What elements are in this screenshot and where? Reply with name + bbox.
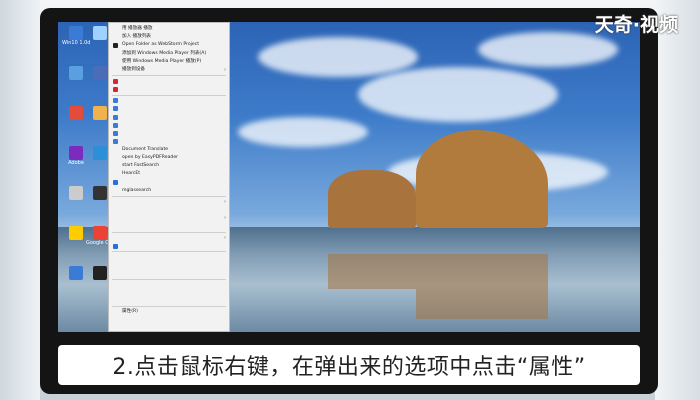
menu-item[interactable]: 用 播放器 播放 — [109, 25, 229, 33]
menu-separator — [112, 231, 226, 233]
menu-item[interactable]: open by EasyPDFReader — [109, 154, 229, 162]
browser-icon — [93, 226, 107, 240]
rock-left — [328, 170, 416, 228]
menu-item[interactable]: 添加到 Windows Media Player 列表(A) — [109, 50, 229, 58]
menu-item[interactable] — [109, 223, 229, 231]
caption-text: 2.点击鼠标右键，在弹出来的选项中点击“属性” — [112, 355, 586, 380]
pdf-icon — [113, 78, 118, 84]
archive-icon — [113, 122, 118, 128]
background-window — [0, 0, 40, 400]
webstorm-icon — [113, 42, 118, 48]
menu-item-label: Open Folder as WebStorm Project — [122, 42, 200, 48]
menu-item[interactable]: HearcEt — [109, 170, 229, 178]
chevron-right-icon: › — [224, 215, 226, 222]
menu-separator — [112, 75, 226, 77]
menu-item[interactable] — [109, 281, 229, 289]
menu-separator — [112, 196, 226, 197]
menu-item[interactable] — [109, 113, 229, 121]
menu-item[interactable] — [109, 289, 229, 297]
app-icon — [93, 266, 107, 280]
mail-icon — [69, 186, 83, 200]
menu-item[interactable] — [109, 253, 229, 261]
cloud — [358, 67, 558, 122]
cloud — [478, 32, 618, 67]
folder-icon — [93, 66, 107, 80]
desktop-icon-label: Win10 1.0d — [62, 40, 90, 46]
menu-item-label: 用 播放器 播放 — [122, 26, 153, 31]
menu-item[interactable] — [109, 261, 229, 269]
menu-item[interactable] — [109, 129, 229, 137]
chevron-right-icon: › — [224, 234, 226, 241]
menu-item[interactable]: 属性(R) — [109, 308, 229, 316]
menu-item[interactable] — [109, 297, 229, 305]
menu-item[interactable] — [109, 105, 229, 113]
menu-item[interactable]: › — [109, 214, 229, 222]
menu-item[interactable]: › — [109, 234, 229, 242]
menu-separator — [112, 306, 226, 308]
background-wall — [655, 0, 700, 400]
menu-item-label: Document Translate — [122, 146, 169, 152]
archive-icon — [113, 114, 118, 120]
chevron-right-icon: › — [224, 67, 226, 73]
pdf-icon — [113, 86, 118, 92]
menu-item-label: mglassearch — [122, 187, 152, 193]
menu-item[interactable]: Document Translate — [109, 146, 229, 154]
menu-item[interactable] — [109, 138, 229, 146]
menu-item-label: start FastSearch — [122, 163, 160, 169]
menu-item-label: 使用 Windows Media Player 播放(P) — [122, 58, 202, 64]
app-icon — [69, 26, 83, 40]
menu-item[interactable] — [109, 270, 229, 278]
desktop-screen: Win10 1.0dAdobeGoogle Chrome 用 播放器 播放加入 … — [58, 22, 640, 332]
menu-item[interactable] — [109, 242, 229, 250]
cloud — [258, 37, 418, 77]
qq-icon — [69, 106, 83, 120]
menu-item[interactable]: 加入 播放列表 — [109, 33, 229, 41]
rock-reflection — [416, 254, 548, 319]
menu-item-label: 加入 播放列表 — [122, 34, 152, 40]
brand-logo: 天奇·视频 — [594, 14, 678, 36]
context-menu: 用 播放器 播放 加入 播放列表 Open Folder as WebStorm P… — [108, 22, 230, 332]
cloud — [238, 117, 368, 147]
disk-icon — [93, 146, 107, 160]
rock-reflection — [328, 254, 416, 289]
menu-item[interactable] — [109, 121, 229, 129]
archive-icon — [113, 139, 118, 145]
gear-icon — [93, 186, 107, 200]
menu-separator — [112, 251, 226, 253]
menu-item[interactable]: Open Folder as WebStorm Project — [109, 41, 229, 49]
wps-icon — [113, 180, 118, 186]
menu-item[interactable] — [109, 179, 229, 187]
menu-item[interactable]: mglassearch — [109, 187, 229, 195]
menu-item[interactable]: start FastSearch — [109, 162, 229, 170]
archive-icon — [113, 130, 118, 136]
menu-item-label: 播放到设备 — [122, 67, 145, 72]
desktop-icon-label: Adobe — [68, 160, 84, 166]
menu-item[interactable] — [109, 97, 229, 105]
archive-icon — [113, 98, 118, 104]
scan-icon — [113, 243, 118, 249]
menu-item-label: 添加到 Windows Media Player 列表(A) — [122, 50, 207, 56]
file-icon — [69, 266, 83, 280]
menu-separator — [112, 278, 226, 280]
adobe-icon — [69, 146, 83, 160]
menu-item[interactable] — [109, 77, 229, 85]
menu-item[interactable]: › — [109, 198, 229, 206]
chevron-right-icon: › — [224, 199, 226, 205]
desktop-icons: Win10 1.0dAdobeGoogle Chrome — [58, 22, 114, 332]
menu-item-label: 属性(R) — [122, 309, 138, 315]
menu-item[interactable]: 使用 Windows Media Player 播放(P) — [109, 58, 229, 66]
menu-item-label: open by EasyPDFReader — [122, 155, 179, 160]
network-icon — [69, 66, 83, 80]
menu-separator — [112, 94, 226, 96]
file-icon — [93, 26, 107, 40]
chrome-icon — [69, 226, 83, 240]
caption-bar: 2.点击鼠标右键，在弹出来的选项中点击“属性” — [58, 345, 640, 385]
menu-item[interactable] — [109, 206, 229, 214]
menu-item[interactable]: 播放到设备 › — [109, 66, 229, 74]
menu-item[interactable] — [109, 85, 229, 93]
archive-icon — [113, 106, 118, 112]
shortcut-icon — [93, 106, 107, 120]
menu-item-label: HearcEt — [122, 171, 141, 177]
